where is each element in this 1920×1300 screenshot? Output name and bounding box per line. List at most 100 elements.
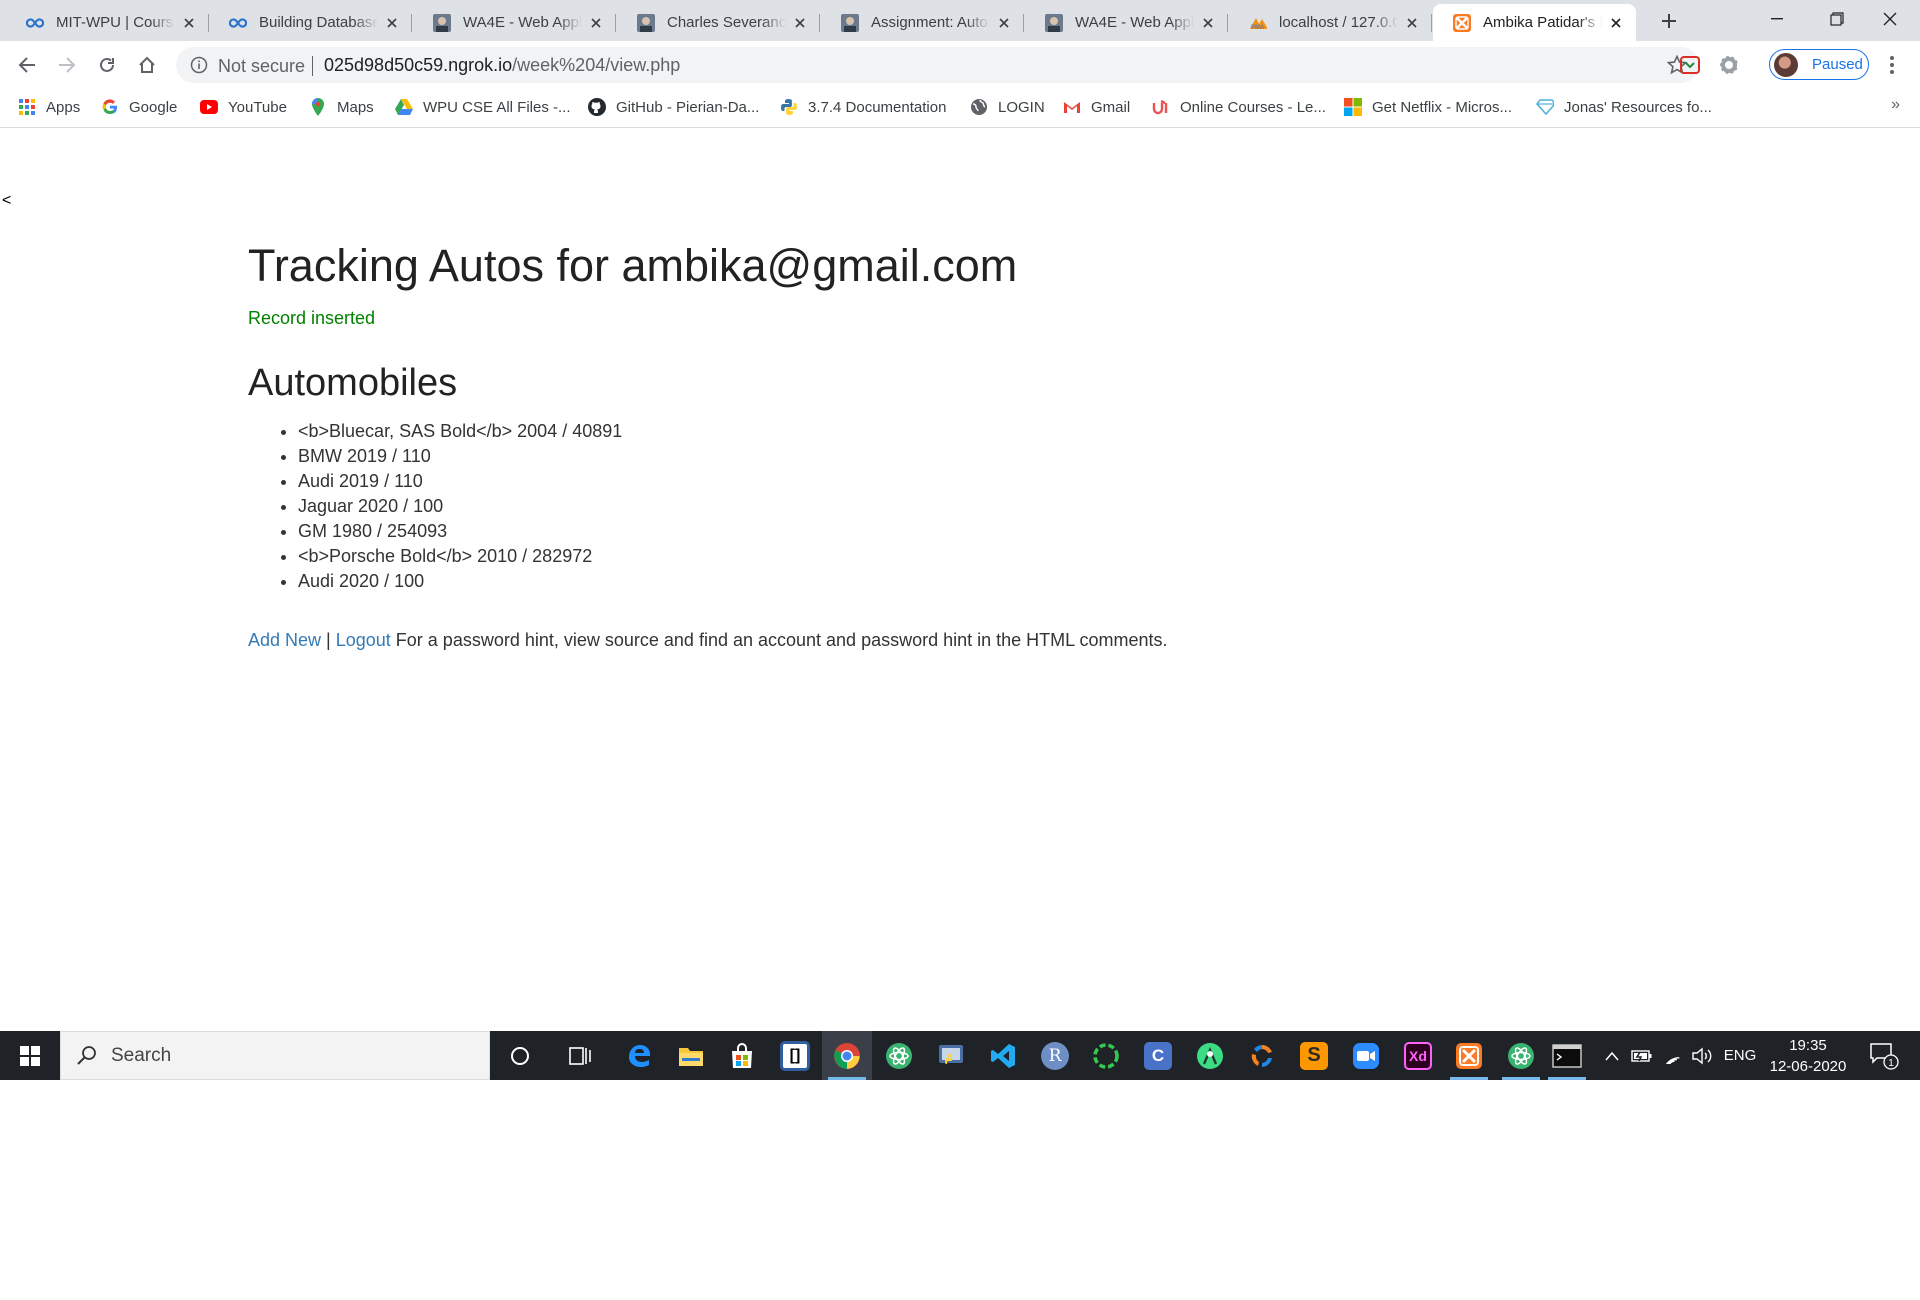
bookmark-label: Apps	[46, 98, 81, 116]
android-studio-icon[interactable]	[1185, 1031, 1235, 1080]
youtube-icon	[200, 98, 218, 116]
list-item: Audi 2019 / 110	[298, 469, 1648, 494]
edge-icon[interactable]	[614, 1031, 664, 1080]
home-icon[interactable]	[132, 50, 162, 80]
browser-tab[interactable]: WA4E - Web Applications	[413, 4, 616, 41]
tab-close-icon[interactable]	[1404, 15, 1420, 31]
avatar	[1774, 52, 1798, 77]
page-content: Tracking Autos for ambika@gmail.com Reco…	[248, 236, 1648, 651]
bookmark-maps[interactable]: Maps	[309, 96, 374, 118]
windows-start-icon[interactable]	[0, 1031, 60, 1080]
intellij-toolbox-icon[interactable]: []	[770, 1031, 820, 1080]
r-icon[interactable]: R	[1030, 1031, 1080, 1080]
gear-extension-icon[interactable]	[1716, 52, 1742, 78]
autos-list: <b>Bluecar, SAS Bold</b> 2004 / 40891 BM…	[248, 419, 1648, 594]
eclipse-sync-icon[interactable]	[1237, 1031, 1287, 1080]
python-icon	[780, 98, 798, 116]
bookmark-netflix-microsoft[interactable]: Get Netflix - Micros...	[1344, 96, 1512, 118]
svg-text:PMA: PMA	[1251, 25, 1265, 30]
tab-close-icon[interactable]	[996, 15, 1012, 31]
globe-icon	[970, 98, 988, 116]
bookmark-apps[interactable]: Apps	[18, 96, 80, 118]
minimize-icon[interactable]	[1747, 0, 1807, 38]
maps-icon	[309, 98, 327, 116]
bookmark-jonas-resources[interactable]: Jonas' Resources fo...	[1536, 96, 1712, 118]
terminal-icon[interactable]	[1542, 1031, 1592, 1080]
python-idle-icon[interactable]	[926, 1031, 976, 1080]
microsoft-icon	[1344, 98, 1362, 116]
info-icon[interactable]	[190, 56, 208, 74]
cortana-icon[interactable]	[495, 1031, 545, 1080]
add-new-link[interactable]: Add New	[248, 630, 321, 650]
bookmark-gmail[interactable]: Gmail	[1063, 96, 1130, 118]
bookmark-login[interactable]: LOGIN	[970, 96, 1045, 118]
sublime-text-icon[interactable]: S	[1289, 1031, 1339, 1080]
tab-close-icon[interactable]	[588, 15, 604, 31]
bookmarks-bar: Apps Google YouTube Maps WPU CSE All Fil…	[0, 88, 1920, 128]
battery-icon[interactable]	[1628, 1031, 1656, 1080]
atom-running-icon[interactable]	[1496, 1031, 1546, 1080]
browser-tab[interactable]: Building Database	[209, 4, 412, 41]
browser-tab[interactable]: MIT-WPU | Courses	[6, 4, 209, 41]
browser-tab[interactable]: Charles Severance	[617, 4, 820, 41]
tab-close-icon[interactable]	[1200, 15, 1216, 31]
security-label: Not secure	[218, 56, 306, 76]
zoom-icon[interactable]	[1341, 1031, 1391, 1080]
notification-center-icon[interactable]: 1	[1864, 1031, 1904, 1080]
clock-time: 19:35	[1789, 1037, 1827, 1054]
bookmark-online-courses[interactable]: Online Courses - Le...	[1152, 96, 1326, 118]
codeblocks-c-icon[interactable]: C	[1133, 1031, 1183, 1080]
file-explorer-icon[interactable]	[666, 1031, 716, 1080]
tab-close-icon[interactable]	[1608, 15, 1624, 31]
flash-message: Record inserted	[248, 308, 376, 328]
bookmark-github[interactable]: GitHub - Pierian-Da...	[588, 96, 759, 118]
back-arrow-icon[interactable]	[12, 50, 42, 80]
search-placeholder: Search	[111, 1045, 172, 1066]
bookmarks-overflow-icon[interactable]: »	[1891, 96, 1900, 114]
forward-arrow-icon[interactable]	[52, 50, 82, 80]
wifi-icon[interactable]	[1658, 1031, 1686, 1080]
url-text[interactable]: 025d98d50c59.ngrok.io/week%204/view.php	[324, 55, 680, 76]
notification-count: 1	[1888, 1058, 1894, 1069]
browser-tab[interactable]: WA4E - Web Applications	[1025, 4, 1228, 41]
microsoft-store-icon[interactable]	[717, 1031, 767, 1080]
vscode-icon[interactable]	[978, 1031, 1028, 1080]
bookmark-google[interactable]: Google	[101, 96, 177, 118]
bookmark-youtube[interactable]: YouTube	[200, 96, 287, 118]
clock[interactable]: 19:35 12-06-2020	[1768, 1035, 1848, 1077]
pocket-extension-icon[interactable]	[1677, 52, 1703, 78]
browser-toolbar: Not secure 025d98d50c59.ngrok.io/week%20…	[0, 41, 1920, 88]
restore-icon[interactable]	[1807, 0, 1867, 38]
chrome-icon[interactable]	[822, 1031, 872, 1080]
tab-close-icon[interactable]	[792, 15, 808, 31]
adobe-xd-icon[interactable]: Xd	[1393, 1031, 1443, 1080]
atom-icon[interactable]	[874, 1031, 924, 1080]
logout-link[interactable]: Logout	[336, 630, 391, 650]
browser-tab[interactable]: Assignment: Autos	[821, 4, 1024, 41]
bookmark-label: YouTube	[228, 98, 287, 116]
browser-tab[interactable]: PMA localhost / 127.0.0.1	[1229, 4, 1432, 41]
tray-chevron-up-icon[interactable]	[1600, 1031, 1624, 1080]
bookmark-label: Online Courses - Le...	[1180, 98, 1326, 116]
tab-close-icon[interactable]	[181, 15, 197, 31]
tab-close-icon[interactable]	[384, 15, 400, 31]
list-item: Audi 2020 / 100	[298, 569, 1648, 594]
input-language[interactable]: ENG	[1720, 1031, 1760, 1080]
xampp-taskbar-icon[interactable]	[1444, 1031, 1494, 1080]
browser-tab-active[interactable]: Ambika Patidar's Login	[1433, 4, 1636, 41]
address-bar[interactable]: Not secure 025d98d50c59.ngrok.io/week%20…	[176, 47, 1699, 83]
reload-icon[interactable]	[92, 50, 122, 80]
volume-icon[interactable]	[1688, 1031, 1716, 1080]
bookmark-wpu-cse[interactable]: WPU CSE All Files -...	[395, 96, 571, 118]
more-vert-icon[interactable]	[1882, 53, 1902, 77]
bookmark-python-docs[interactable]: 3.7.4 Documentation	[780, 96, 946, 118]
loading-spinner-app-icon[interactable]	[1081, 1031, 1131, 1080]
task-view-icon[interactable]	[555, 1031, 605, 1080]
list-item: BMW 2019 / 110	[298, 444, 1648, 469]
profile-paused-button[interactable]: Paused	[1769, 49, 1869, 80]
taskbar-search-box[interactable]: Search	[60, 1031, 490, 1080]
github-icon	[588, 98, 606, 116]
new-tab-plus-icon[interactable]	[1656, 8, 1682, 34]
window-close-icon[interactable]	[1860, 0, 1920, 38]
tab-strip: MIT-WPU | Courses Building Database WA4E…	[0, 0, 1920, 41]
